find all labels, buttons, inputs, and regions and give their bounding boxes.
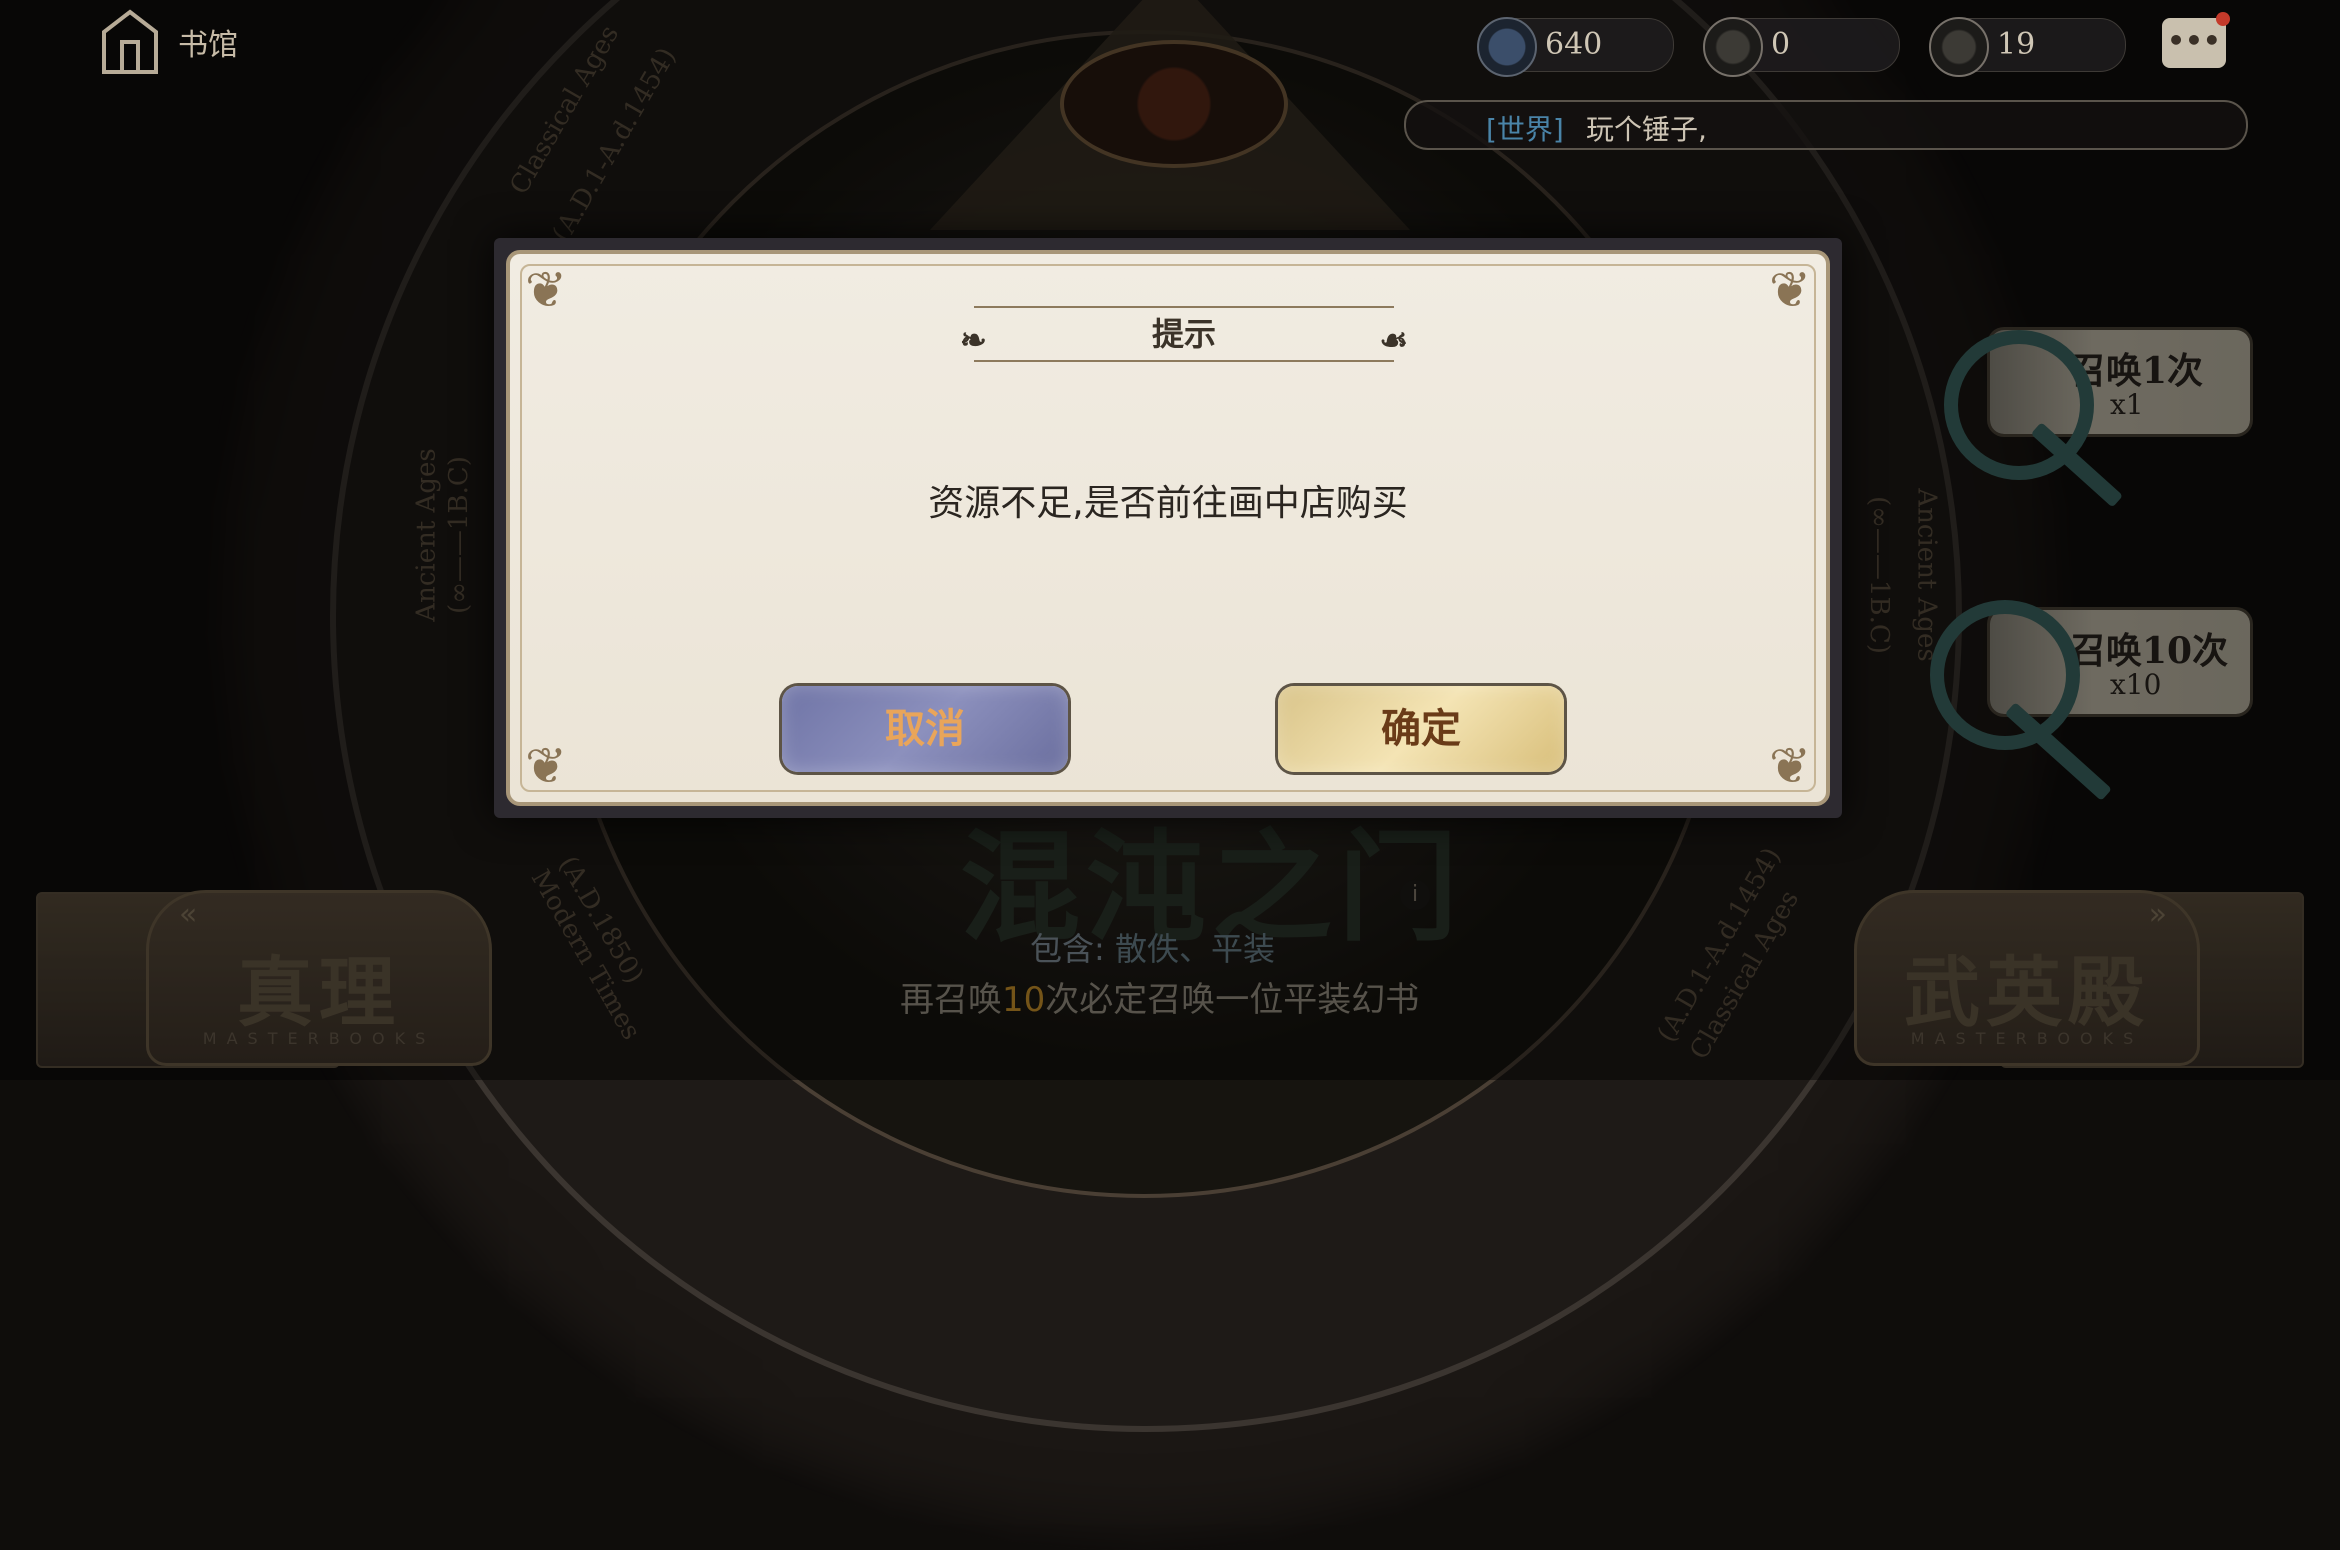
resource-feather-value: 640 [1545,27,1603,62]
corner-ornament-icon: ❦ [525,737,567,795]
scroll-ornament-icon: ☙ [1379,321,1408,359]
chat-bubble-icon[interactable]: ••• [2162,18,2226,68]
corner-ornament-icon: ❦ [1769,737,1811,795]
corner-ornament-icon: ❦ [525,261,567,319]
world-channel-tag: [世界] [1486,113,1564,146]
world-chat-bar[interactable]: [世界] 玩个锤子, [1404,100,2248,150]
feather-crystal-icon [1477,17,1537,77]
resource-key-a[interactable]: 0 [1703,17,1900,77]
scroll-ornament-icon: ❧ [960,321,987,359]
cancel-button[interactable]: 取消 [782,686,1068,772]
resource-key-b[interactable]: 19 [1929,17,2126,77]
dialog-panel: ❦ ❦ ❦ ❦ ❧ 提示 ☙ 资源不足,是否前往画中店购买 取消 确定 [506,250,1830,806]
key-icon [1929,17,1989,77]
resource-key-a-value: 0 [1771,27,1791,62]
dialog-title: 提示 [1151,315,1216,353]
confirm-button[interactable]: 确定 [1278,686,1564,772]
dialog-message: 资源不足,是否前往画中店购买 [928,483,1408,524]
dialog-title-plaque: ❧ 提示 ☙ [960,306,1408,362]
resource-feather[interactable]: 640 [1477,17,1674,77]
corner-ornament-icon: ❦ [1769,261,1811,319]
resource-key-b-value: 19 [1997,27,2036,62]
library-home-icon[interactable] [100,8,160,78]
world-chat-message: 玩个锤子, [1586,113,1707,146]
notification-dot [2216,12,2230,26]
home-label: 书馆 [178,28,238,63]
key-icon [1703,17,1763,77]
confirm-dialog: ❦ ❦ ❦ ❦ ❧ 提示 ☙ 资源不足,是否前往画中店购买 取消 确定 [494,238,1842,818]
